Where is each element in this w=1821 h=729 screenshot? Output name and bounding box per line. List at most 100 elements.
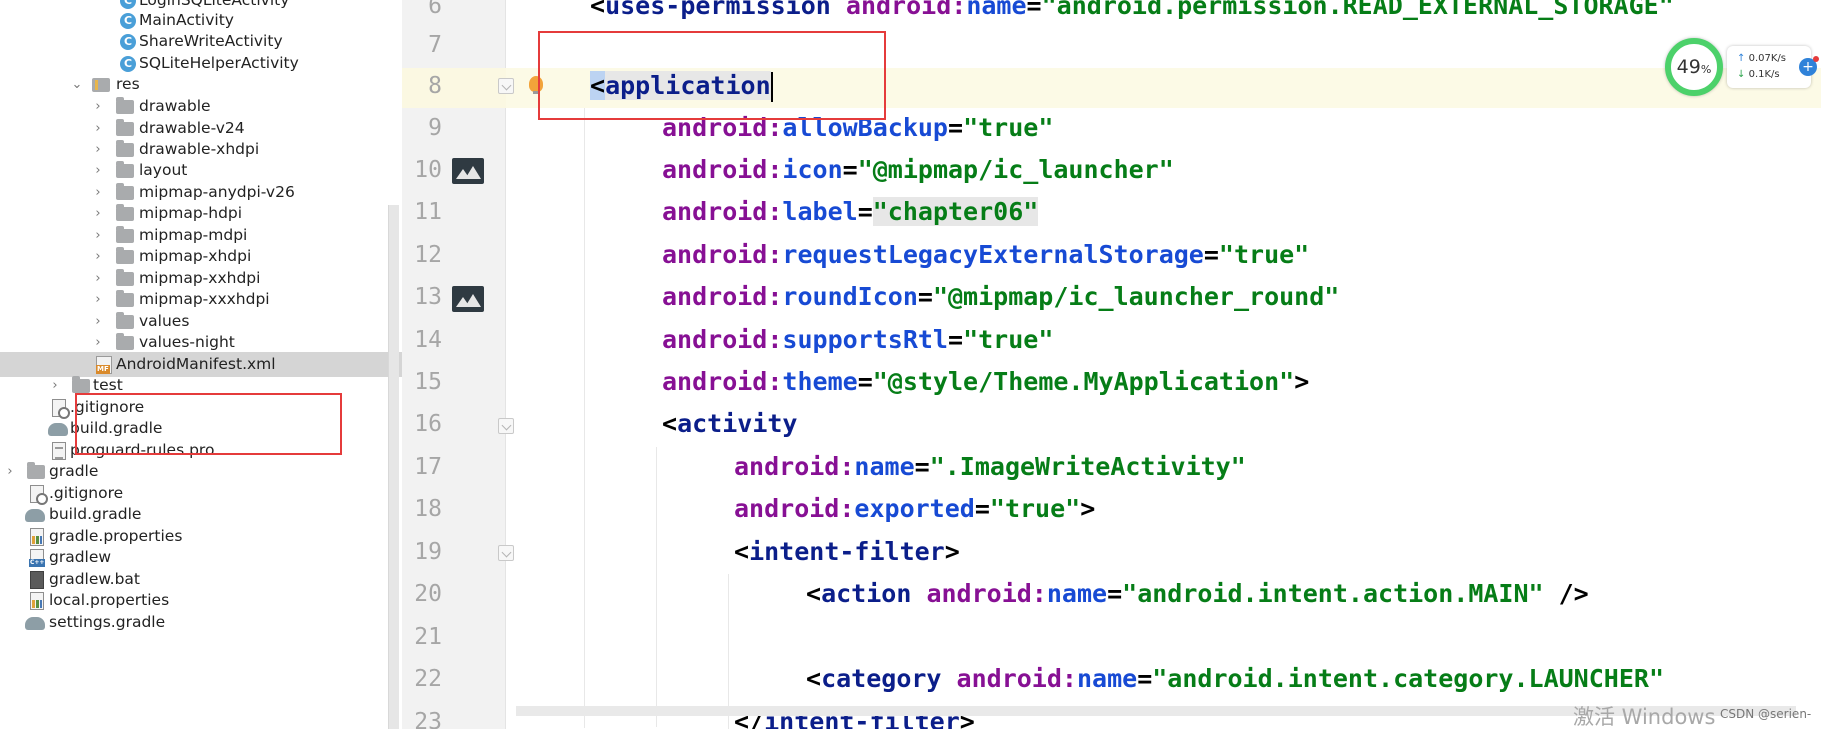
code-token: uses-permission — [605, 0, 831, 20]
tree-scrollbar[interactable] — [388, 205, 399, 729]
annotation-box-application — [538, 31, 886, 120]
code-token: = — [857, 367, 873, 396]
folder-icon — [116, 226, 134, 243]
properties-file-icon — [30, 528, 44, 546]
code-token: = — [974, 494, 990, 523]
indent-guide — [584, 108, 585, 728]
usage-percent-ring[interactable]: 49% — [1665, 38, 1723, 96]
line-number: 19 — [414, 539, 442, 565]
properties-file-icon — [30, 592, 44, 610]
code-token: "android.permission.READ_EXTERNAL_STORAG… — [1041, 0, 1674, 20]
code-token: android: — [734, 494, 855, 523]
gradle-icon — [48, 423, 68, 436]
code-token: android: — [734, 452, 855, 481]
line-number: 13 — [414, 284, 442, 310]
code-token: exported — [854, 494, 975, 523]
shell-script-icon — [29, 549, 46, 567]
code-line-6: <uses-permission android:name="android.p… — [590, 0, 1674, 26]
code-token: < — [734, 537, 750, 566]
project-tree-panel: C LoginSQLiteActivity C MainActivity C S… — [0, 0, 402, 729]
code-token: = — [1203, 240, 1219, 269]
usage-percent: 49 — [1676, 56, 1701, 78]
line-number: 10 — [414, 157, 442, 183]
line-number: 7 — [428, 32, 442, 58]
arrow-up-icon: ↑ — [1737, 53, 1746, 64]
code-token: name — [966, 0, 1027, 20]
code-token: android: — [662, 240, 783, 269]
code-token: "android.intent.category.LAUNCHER" — [1152, 664, 1664, 693]
download-speed-row: ↓ 0.1K/s — [1737, 68, 1780, 82]
line-number: 9 — [428, 115, 442, 141]
code-token: < — [590, 0, 606, 20]
code-token: "@mipmap/ic_launcher_round" — [932, 282, 1340, 311]
code-token: requestLegacyExternalStorage — [782, 240, 1204, 269]
code-token: = — [857, 197, 873, 226]
class-icon: C — [120, 13, 136, 29]
code-token: = — [914, 452, 930, 481]
code-line-12: android:requestLegacyExternalStorage="tr… — [662, 235, 1309, 275]
fold-marker-icon[interactable] — [498, 418, 514, 434]
code-line-18: android:exported="true"> — [734, 489, 1095, 529]
line-number: 23 — [414, 709, 442, 729]
upload-speed-row: ↑ 0.07K/s — [1737, 52, 1786, 66]
line-number: 17 — [414, 454, 442, 480]
gradle-icon — [25, 509, 45, 522]
folder-icon — [116, 290, 134, 307]
annotation-box-manifest — [75, 393, 342, 455]
fold-marker-icon[interactable] — [498, 545, 514, 561]
system-monitor-widget[interactable]: 49% ↑ 0.07K/s ↓ 0.1K/s + — [1665, 38, 1819, 96]
line-number: 14 — [414, 327, 442, 353]
manifest-file-icon — [96, 356, 112, 374]
tree-item-label: settings.gradle — [49, 613, 166, 631]
code-token: android: — [662, 325, 783, 354]
fold-marker-icon[interactable] — [498, 78, 514, 94]
code-token: label — [782, 197, 858, 226]
code-token: < — [662, 409, 678, 438]
folder-icon — [116, 183, 134, 200]
code-token: ".ImageWriteActivity" — [929, 452, 1246, 481]
tree-item-settings-gradle[interactable]: settings.gradle — [0, 610, 402, 635]
code-token: android: — [845, 0, 967, 20]
code-token: "true" — [963, 113, 1054, 142]
image-preview-icon[interactable] — [452, 286, 484, 312]
code-token: android: — [662, 197, 783, 226]
folder-icon — [116, 140, 134, 157]
folder-icon — [116, 119, 134, 136]
folder-icon — [116, 161, 134, 178]
code-token: > — [1080, 494, 1096, 523]
arrow-down-icon: ↓ — [1737, 69, 1746, 80]
code-line-13: android:roundIcon="@mipmap/ic_launcher_r… — [662, 277, 1339, 317]
line-number: 22 — [414, 666, 442, 692]
indent-guide — [656, 447, 657, 727]
folder-icon — [72, 376, 90, 393]
code-token: name — [1046, 579, 1108, 608]
code-token: "@style/Theme.MyApplication" — [872, 367, 1295, 396]
code-token: android: — [956, 664, 1077, 693]
code-token: theme — [782, 367, 858, 396]
gitignore-file-icon — [52, 399, 70, 419]
code-token: > — [944, 537, 960, 566]
code-token: "true" — [989, 494, 1081, 523]
code-line-19: <intent-filter> — [734, 532, 960, 572]
code-line-17: android:name=".ImageWriteActivity" — [734, 447, 1246, 487]
line-number: 8 — [428, 73, 442, 99]
folder-icon — [27, 462, 45, 479]
gitignore-file-icon — [30, 485, 48, 505]
code-token: = — [1137, 664, 1153, 693]
code-token: activity — [677, 409, 798, 438]
line-number: 18 — [414, 496, 442, 522]
code-token: = — [917, 282, 933, 311]
line-number: 16 — [414, 411, 442, 437]
folder-icon — [116, 247, 134, 264]
gradle-icon — [25, 617, 45, 630]
code-token: action — [821, 579, 912, 608]
widget-add-button[interactable]: + — [1799, 56, 1819, 76]
image-preview-icon[interactable] — [452, 158, 484, 184]
code-token: < — [806, 579, 822, 608]
code-line-10: android:icon="@mipmap/ic_launcher" — [662, 150, 1174, 190]
resource-folder-icon — [92, 78, 110, 92]
code-token: = — [842, 155, 858, 184]
line-number: 6 — [428, 0, 442, 19]
code-token: intent-filter — [749, 537, 945, 566]
code-token: "true" — [1218, 240, 1310, 269]
